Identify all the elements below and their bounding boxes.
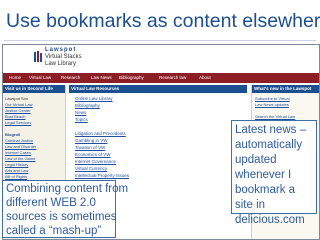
callout-line: bookmark a	[235, 184, 296, 196]
title-divider	[4, 40, 316, 41]
callout-line: whenever I	[235, 169, 292, 181]
logo-line: Law Library	[45, 61, 77, 67]
resource-link[interactable]: Internet Governance	[75, 159, 116, 165]
resource-link[interactable]: Virtual Currency	[75, 166, 107, 172]
callout-latest-news: Latest news – automatically updated wheneve…	[231, 120, 317, 226]
callout-line: site in	[235, 199, 266, 211]
sidebar-link[interactable]: Criminal Justice	[5, 138, 33, 143]
main-content-header: Virtual Law Resources	[69, 85, 247, 93]
library-logo-icon	[34, 51, 42, 62]
resource-link[interactable]: Online Law Library	[75, 96, 113, 102]
callout-line: Combining content from	[6, 183, 129, 195]
callout-line: different WEB 2.0	[6, 197, 96, 209]
callout-line: updated	[235, 154, 277, 166]
callout-mashup: Combining content from different WEB 2.0 s…	[2, 180, 129, 238]
logo-text: Lawspot Virtual Stacks Law Library	[45, 47, 82, 68]
news-link[interactable]: Subscribe to Virtual	[255, 96, 290, 101]
site-navbar: Home Virtual Law Research Law News Bibliogra…	[3, 73, 319, 83]
sidebar-link[interactable]: Arts and Law	[5, 168, 28, 173]
sidebar-link[interactable]: Legal Services	[5, 120, 31, 125]
sidebar-link[interactable]: Justice Center	[5, 108, 31, 113]
callout-line: sources is sometimes	[6, 211, 117, 223]
sidebar-text: Lawspot Sim	[5, 96, 28, 101]
resource-link[interactable]: Taxation of VW	[75, 145, 105, 151]
logo-line: Lawspot	[45, 47, 77, 53]
resource-link[interactable]: Intellectual Property Issues	[75, 173, 129, 179]
nav-item[interactable]: Bibliography	[119, 74, 144, 82]
nav-item[interactable]: Home	[9, 74, 21, 82]
callout-line: automatically	[235, 139, 303, 151]
nav-item[interactable]: Law News	[91, 74, 112, 82]
news-link[interactable]: Law News updates	[255, 102, 289, 107]
news-link[interactable]: Search the Virtual Law	[255, 114, 295, 119]
callout-line: delicious.com	[235, 214, 305, 226]
callout-line: Latest news –	[235, 124, 306, 136]
sidebar-link[interactable]: Law of the Game	[5, 156, 35, 161]
sidebar-link[interactable]: Internet Cases	[5, 150, 31, 155]
resource-link[interactable]: Gambling in VW	[75, 138, 108, 144]
nav-item[interactable]: About	[199, 74, 211, 82]
sidebar-text: Blogroll	[5, 132, 21, 137]
left-sidebar-header: Visit us in Second Life	[3, 85, 65, 93]
resource-link[interactable]: Litigation and Precedents	[75, 131, 126, 137]
resource-link[interactable]: Topics	[75, 117, 88, 123]
nav-item[interactable]: Research	[61, 74, 80, 82]
logo-line: Virtual Stacks	[45, 54, 82, 60]
sidebar-link[interactable]: Bill of Rights	[5, 174, 27, 179]
resource-link[interactable]: Economics of VW	[75, 152, 111, 158]
callout-line: called a “mash-up”	[6, 225, 102, 237]
resource-link[interactable]: News	[75, 110, 86, 116]
right-sidebar-header: What's new in the Lawspot	[252, 85, 319, 93]
nav-item[interactable]: Virtual Law	[29, 74, 51, 82]
resource-link[interactable]: Bibliography	[75, 103, 100, 109]
sidebar-link[interactable]: Legal History	[5, 162, 28, 167]
site-logo[interactable]: Lawspot Virtual Stacks Law Library	[33, 47, 103, 71]
sidebar-link[interactable]: Bust Beach	[5, 114, 25, 119]
nav-item[interactable]: Research law	[159, 74, 186, 82]
slide-title: Use bookmarks as content elsewhere	[6, 4, 320, 40]
site-banner: Lawspot Virtual Stacks Law Library	[3, 45, 319, 74]
sidebar-link[interactable]: Law and Disorder	[5, 144, 36, 149]
sidebar-link[interactable]: Our Virtual Law	[5, 102, 33, 107]
